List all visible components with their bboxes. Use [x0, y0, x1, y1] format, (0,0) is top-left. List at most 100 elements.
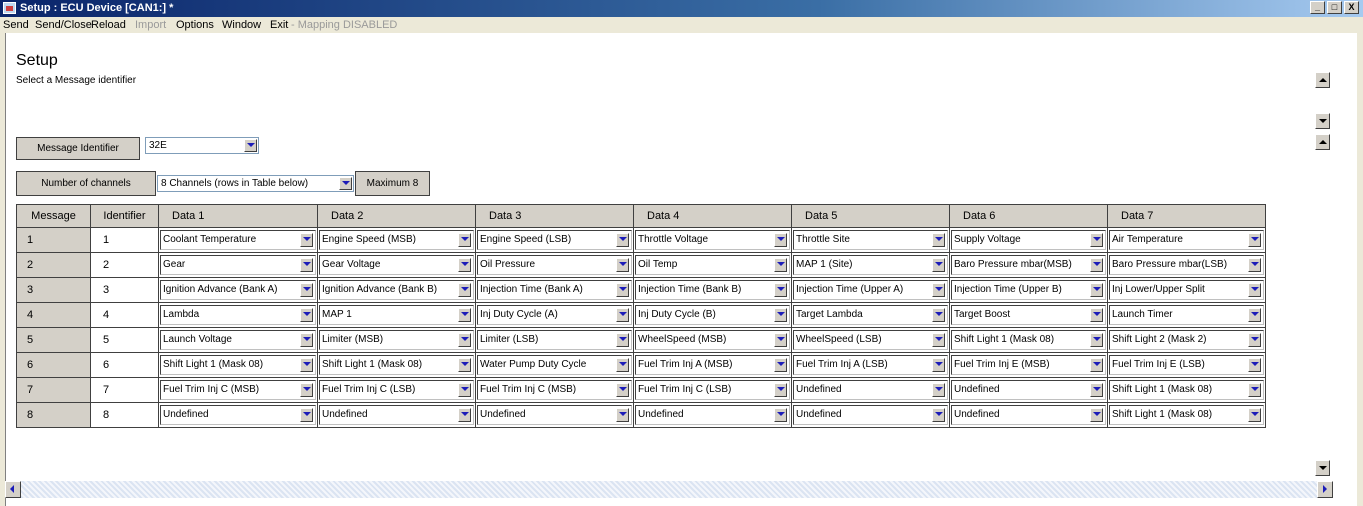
channels-select[interactable]: 8 Channels (rows in Table below) — [157, 175, 354, 192]
channel-select[interactable]: Oil Pressure — [477, 255, 632, 275]
chevron-down-icon[interactable] — [616, 308, 629, 322]
app-icon[interactable] — [3, 2, 16, 14]
chevron-down-icon[interactable] — [458, 408, 471, 422]
channel-select[interactable]: Gear Voltage — [319, 255, 474, 275]
chevron-down-icon[interactable] — [616, 283, 629, 297]
channel-select[interactable]: Inj Duty Cycle (A) — [477, 305, 632, 325]
channel-select[interactable]: Inj Lower/Upper Split — [1109, 280, 1264, 300]
chevron-down-icon[interactable] — [458, 383, 471, 397]
channel-select[interactable]: Injection Time (Bank B) — [635, 280, 790, 300]
scroll-up-icon[interactable] — [1315, 134, 1330, 150]
chevron-down-icon[interactable] — [1248, 283, 1261, 297]
chevron-down-icon[interactable] — [932, 308, 945, 322]
chevron-down-icon[interactable] — [932, 358, 945, 372]
scroll-down-icon[interactable] — [1315, 460, 1330, 476]
channel-select[interactable]: MAP 1 — [319, 305, 474, 325]
channel-select[interactable]: Undefined — [477, 405, 632, 425]
channel-select[interactable]: Fuel Trim Inj C (MSB) — [160, 380, 316, 400]
chevron-down-icon[interactable] — [774, 283, 787, 297]
channel-select[interactable]: Undefined — [951, 380, 1106, 400]
chevron-down-icon[interactable] — [616, 358, 629, 372]
chevron-down-icon[interactable] — [458, 333, 471, 347]
channel-select[interactable]: Undefined — [793, 380, 948, 400]
chevron-down-icon[interactable] — [616, 258, 629, 272]
horizontal-scrollbar[interactable] — [5, 481, 1333, 498]
chevron-down-icon[interactable] — [774, 358, 787, 372]
channel-select[interactable]: Undefined — [951, 405, 1106, 425]
channel-select[interactable]: Ignition Advance (Bank A) — [160, 280, 316, 300]
channel-select[interactable]: MAP 1 (Site) — [793, 255, 948, 275]
chevron-down-icon[interactable] — [244, 139, 257, 152]
channel-select[interactable]: Shift Light 1 (Mask 08) — [1109, 405, 1264, 425]
chevron-down-icon[interactable] — [616, 383, 629, 397]
chevron-down-icon[interactable] — [1090, 408, 1103, 422]
channel-select[interactable]: Engine Speed (LSB) — [477, 230, 632, 250]
chevron-down-icon[interactable] — [774, 233, 787, 247]
chevron-down-icon[interactable] — [300, 408, 313, 422]
channel-select[interactable]: Oil Temp — [635, 255, 790, 275]
chevron-down-icon[interactable] — [300, 358, 313, 372]
chevron-down-icon[interactable] — [616, 408, 629, 422]
chevron-down-icon[interactable] — [1248, 333, 1261, 347]
channel-select[interactable]: Baro Pressure mbar(MSB) — [951, 255, 1106, 275]
channel-select[interactable]: Supply Voltage — [951, 230, 1106, 250]
vertical-scrollbar[interactable] — [1315, 62, 1331, 480]
chevron-down-icon[interactable] — [1248, 233, 1261, 247]
chevron-down-icon[interactable] — [932, 408, 945, 422]
channel-select[interactable]: Fuel Trim Inj E (LSB) — [1109, 355, 1264, 375]
channel-select[interactable]: Undefined — [160, 405, 316, 425]
chevron-down-icon[interactable] — [1090, 358, 1103, 372]
chevron-down-icon[interactable] — [932, 258, 945, 272]
chevron-down-icon[interactable] — [1090, 333, 1103, 347]
chevron-down-icon[interactable] — [300, 333, 313, 347]
channel-select[interactable]: Shift Light 1 (Mask 08) — [160, 355, 316, 375]
chevron-down-icon[interactable] — [616, 333, 629, 347]
channel-select[interactable]: Water Pump Duty Cycle — [477, 355, 632, 375]
menu-send-close[interactable]: Send/Close — [35, 17, 92, 33]
chevron-down-icon[interactable] — [458, 308, 471, 322]
channel-select[interactable]: Injection Time (Bank A) — [477, 280, 632, 300]
channel-select[interactable]: Shift Light 1 (Mask 08) — [319, 355, 474, 375]
channel-select[interactable]: Shift Light 2 (Mask 2) — [1109, 330, 1264, 350]
maximize-button[interactable]: □ — [1327, 1, 1342, 14]
channel-select[interactable]: Fuel Trim Inj C (MSB) — [477, 380, 632, 400]
scroll-down-icon[interactable] — [1315, 113, 1330, 129]
chevron-down-icon[interactable] — [774, 333, 787, 347]
channel-select[interactable]: Target Boost — [951, 305, 1106, 325]
chevron-down-icon[interactable] — [774, 383, 787, 397]
chevron-down-icon[interactable] — [774, 408, 787, 422]
chevron-down-icon[interactable] — [458, 233, 471, 247]
channel-select[interactable]: Throttle Site — [793, 230, 948, 250]
chevron-down-icon[interactable] — [300, 308, 313, 322]
chevron-down-icon[interactable] — [932, 333, 945, 347]
channel-select[interactable]: WheelSpeed (LSB) — [793, 330, 948, 350]
channel-select[interactable]: Undefined — [635, 405, 790, 425]
chevron-down-icon[interactable] — [774, 258, 787, 272]
channel-select[interactable]: Injection Time (Upper A) — [793, 280, 948, 300]
channel-select[interactable]: Injection Time (Upper B) — [951, 280, 1106, 300]
menu-reload[interactable]: Reload — [91, 17, 126, 33]
chevron-down-icon[interactable] — [458, 283, 471, 297]
chevron-down-icon[interactable] — [458, 358, 471, 372]
chevron-down-icon[interactable] — [339, 177, 352, 190]
scroll-right-icon[interactable] — [1317, 481, 1333, 498]
scroll-left-icon[interactable] — [5, 481, 21, 498]
channel-select[interactable]: Limiter (LSB) — [477, 330, 632, 350]
channel-select[interactable]: Coolant Temperature — [160, 230, 316, 250]
scroll-track[interactable] — [21, 481, 1317, 498]
channel-select[interactable]: Shift Light 1 (Mask 08) — [1109, 380, 1264, 400]
chevron-down-icon[interactable] — [300, 283, 313, 297]
chevron-down-icon[interactable] — [1248, 258, 1261, 272]
channel-select[interactable]: Throttle Voltage — [635, 230, 790, 250]
menu-window[interactable]: Window — [222, 17, 261, 33]
chevron-down-icon[interactable] — [300, 233, 313, 247]
channel-select[interactable]: Target Lambda — [793, 305, 948, 325]
message-identifier-select[interactable]: 32E — [145, 137, 259, 154]
chevron-down-icon[interactable] — [458, 258, 471, 272]
channel-select[interactable]: Baro Pressure mbar(LSB) — [1109, 255, 1264, 275]
menu-options[interactable]: Options — [176, 17, 214, 33]
chevron-down-icon[interactable] — [300, 258, 313, 272]
channel-select[interactable]: Fuel Trim Inj C (LSB) — [319, 380, 474, 400]
channel-select[interactable]: Undefined — [319, 405, 474, 425]
menu-exit[interactable]: Exit — [270, 17, 288, 33]
